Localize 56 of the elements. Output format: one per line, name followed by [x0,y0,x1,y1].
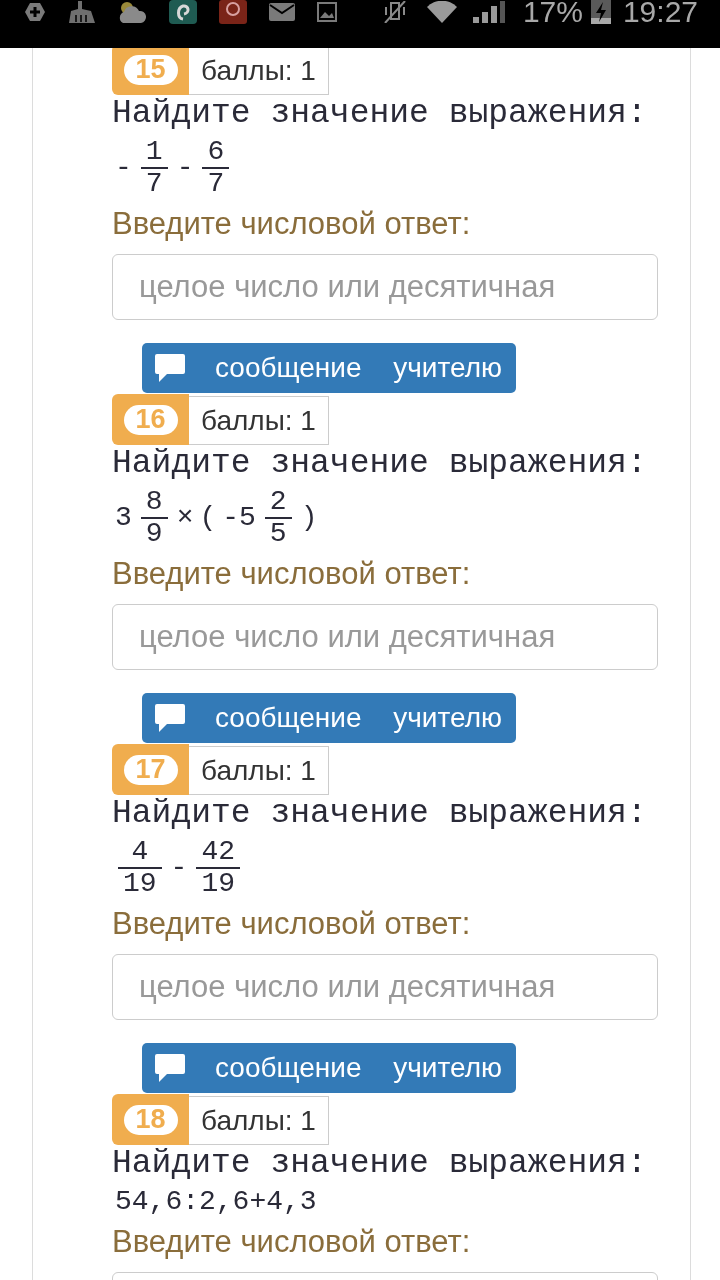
question-prompt: Найдите значение выражения: [112,446,648,482]
fraction-denominator: 5 [268,520,288,548]
question-prompt: Найдите значение выражения: [112,1146,648,1182]
question-number: 16 [123,404,178,435]
fraction-numerator: 1 [144,138,164,166]
score-label: баллы: 1 [189,1096,329,1145]
fraction-denominator: 19 [122,870,158,898]
question-number: 15 [123,54,178,85]
wifi-icon [426,1,457,23]
question-number: 18 [123,1104,178,1135]
app-tile-icon [169,0,197,24]
answer-input[interactable]: целое число или десятичная [112,954,658,1020]
answer-input[interactable]: целое число или десятичная [112,604,658,670]
expression-term: -5 [222,504,256,532]
score-label: баллы: 1 [189,46,329,95]
answer-label: Введите числовой ответ: [112,555,472,593]
app-tile-icon [219,0,247,24]
fraction-numerator: 8 [144,488,164,516]
fraction-numerator: 42 [200,838,237,866]
speech-bubble-icon [155,1054,185,1082]
question-prompt: Найдите значение выражения: [112,796,648,832]
answer-label: Введите числовой ответ: [112,1223,472,1261]
fraction-denominator: 19 [200,870,237,898]
fraction-numerator: 6 [206,138,226,166]
expression-term: ) [300,504,318,532]
vibrate-off-icon [382,1,407,23]
fraction-denominator: 7 [206,170,226,198]
score-label: баллы: 1 [189,396,329,445]
question-number: 17 [123,754,178,785]
expression-term: × [176,504,194,532]
question-prompt: Найдите значение выражения: [112,96,648,132]
expression-term: - [176,154,194,182]
message-teacher-button[interactable]: сообщение учителю [142,1043,516,1093]
answer-input[interactable]: целое число или десятичная [112,254,658,320]
expression-term: ( [199,504,217,532]
fraction-denominator: 7 [144,170,164,198]
score-label: баллы: 1 [189,746,329,795]
fraction-numerator: 4 [130,838,150,866]
signal-icon [472,1,505,23]
fraction-denominator: 9 [144,520,164,548]
message-teacher-button[interactable]: сообщение учителю [142,693,516,743]
expression-term: - [170,854,188,882]
expression-term: 54,6:2,6+4,3 [115,1188,317,1216]
cloud-sun-icon [117,1,147,23]
speech-bubble-icon [155,704,185,732]
expression-term: 3 [115,504,132,532]
answer-label: Введите числовой ответ: [112,205,472,243]
answer-label: Введите числовой ответ: [112,905,472,943]
clock-time: 19:27 [622,0,698,25]
message-teacher-button[interactable]: сообщение учителю [142,343,516,393]
expression-term: - [115,154,132,182]
speech-bubble-icon [155,354,185,382]
envelope-icon [269,3,295,21]
battery-percent: 17% [522,0,583,25]
fraction-numerator: 2 [268,488,288,516]
image-icon [317,2,337,22]
